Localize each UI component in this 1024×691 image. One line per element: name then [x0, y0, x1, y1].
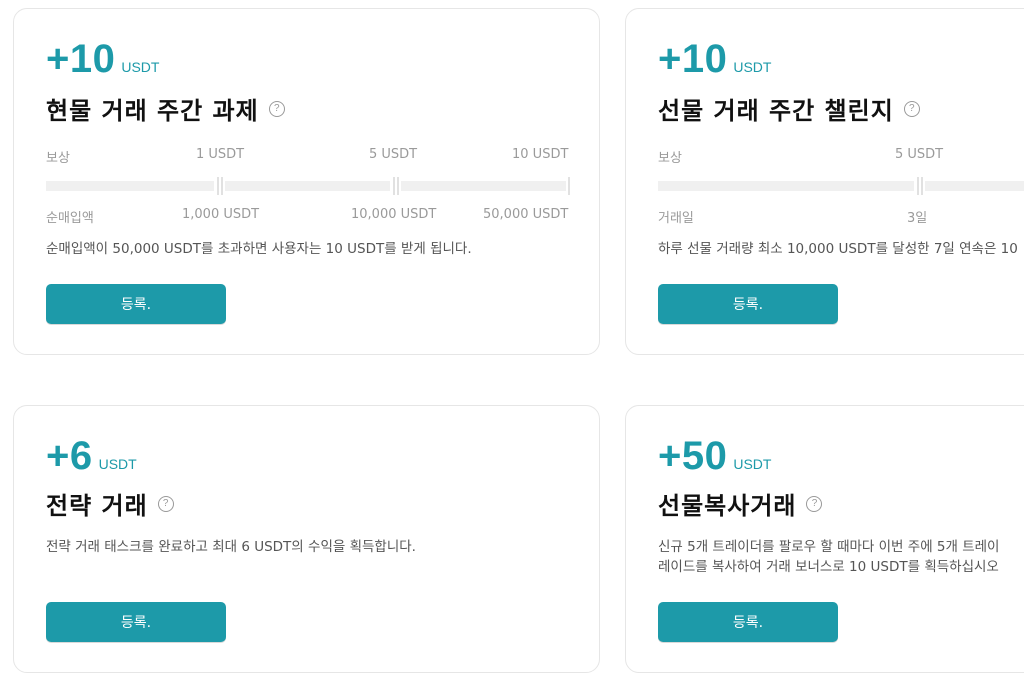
- task-card-strategy: +6 USDT 전략 거래 ? 전략 거래 태스크를 완료하고 최대 6 USD…: [13, 405, 600, 673]
- condition-label: 거래일: [658, 211, 694, 226]
- reward-amount-unit: USDT: [733, 456, 772, 472]
- progress-bar: [658, 177, 1024, 195]
- task-card-spot-weekly: +10 USDT 현물 거래 주간 과제 ? 보상 1 USDT 5 USDT …: [13, 8, 600, 355]
- task-description-line-2: 레이드를 복사하여 거래 보너스로 10 USDT를 획득하십시오: [658, 559, 999, 575]
- task-description-line-1: 신규 5개 트레이더를 팔로우 할 때마다 이번 주에 5개 트레이: [658, 539, 1000, 555]
- reward-tier-3: 10 USDT: [512, 147, 569, 162]
- question-circle-icon[interactable]: ?: [903, 100, 920, 117]
- task-title: 선물 거래 주간 챌린지 ?: [658, 91, 920, 126]
- reward-tier-1: 1 USDT: [196, 147, 245, 162]
- progress-segment: [225, 181, 390, 191]
- task-card-copy-trading: +50 USDT 선물복사거래 ? 신규 5개 트레이더를 팔로우 할 때마다 …: [625, 405, 1024, 673]
- task-title-text: 전략 거래: [46, 492, 148, 520]
- progress-divider: [397, 177, 399, 195]
- reward-tier-1: 5 USDT: [895, 147, 944, 162]
- progress-divider: [921, 177, 923, 195]
- condition-label: 순매입액: [46, 211, 94, 226]
- reward-row: 보상 1 USDT 5 USDT 10 USDT: [46, 147, 571, 166]
- progress-divider: [917, 177, 919, 195]
- progress-divider: [217, 177, 219, 195]
- task-description: 전략 거래 태스크를 완료하고 최대 6 USDT의 수익을 획득합니다.: [46, 539, 416, 555]
- task-title: 전략 거래 ?: [46, 486, 174, 521]
- question-circle-icon[interactable]: ?: [157, 495, 174, 512]
- reward-amount-unit: USDT: [98, 456, 137, 472]
- question-circle-icon[interactable]: ?: [268, 100, 285, 117]
- progress-divider: [221, 177, 223, 195]
- register-button[interactable]: 등록.: [658, 602, 838, 642]
- reward-amount: +10 USDT: [658, 37, 771, 82]
- condition-tier-3: 50,000 USDT: [483, 207, 569, 222]
- task-title: 현물 거래 주간 과제 ?: [46, 91, 285, 126]
- reward-row: 보상 5 USDT: [658, 147, 1024, 166]
- reward-amount-unit: USDT: [121, 59, 160, 75]
- progress-segment: [401, 181, 566, 191]
- task-title: 선물복사거래 ?: [658, 486, 823, 521]
- reward-amount: +50 USDT: [658, 434, 771, 479]
- question-circle-icon[interactable]: ?: [806, 495, 823, 512]
- reward-tier-2: 5 USDT: [369, 147, 418, 162]
- task-description: 하루 선물 거래량 최소 10,000 USDT를 달성한 7일 연속은 10: [658, 241, 1018, 257]
- condition-tier-2: 10,000 USDT: [351, 207, 437, 222]
- condition-row: 순매입액 1,000 USDT 10,000 USDT 50,000 USDT: [46, 207, 571, 226]
- condition-row: 거래일 3일: [658, 207, 1024, 226]
- register-button[interactable]: 등록.: [658, 284, 838, 324]
- reward-amount: +6 USDT: [46, 434, 137, 479]
- task-title-text: 선물 거래 주간 챌린지: [658, 97, 894, 125]
- condition-tier-1: 3일: [907, 211, 928, 226]
- reward-label: 보상: [658, 151, 682, 166]
- reward-amount-value: +10: [46, 37, 116, 81]
- progress-segment: [46, 181, 214, 191]
- progress-divider: [568, 177, 570, 195]
- reward-amount-value: +10: [658, 37, 728, 81]
- condition-tier-1: 1,000 USDT: [182, 207, 260, 222]
- register-button[interactable]: 등록.: [46, 284, 226, 324]
- reward-amount: +10 USDT: [46, 37, 159, 82]
- task-card-futures-weekly: +10 USDT 선물 거래 주간 챌린지 ? 보상 5 USDT 거래일 3일…: [625, 8, 1024, 355]
- task-title-text: 현물 거래 주간 과제: [46, 97, 259, 125]
- reward-amount-unit: USDT: [733, 59, 772, 75]
- progress-divider: [393, 177, 395, 195]
- progress-bar: [46, 177, 571, 195]
- reward-amount-value: +6: [46, 434, 93, 478]
- reward-label: 보상: [46, 151, 70, 166]
- task-description: 순매입액이 50,000 USDT를 초과하면 사용자는 10 USDT를 받게…: [46, 241, 472, 257]
- register-button[interactable]: 등록.: [46, 602, 226, 642]
- progress-segment: [925, 181, 1024, 191]
- task-title-text: 선물복사거래: [658, 492, 797, 520]
- reward-amount-value: +50: [658, 434, 728, 478]
- progress-segment: [658, 181, 914, 191]
